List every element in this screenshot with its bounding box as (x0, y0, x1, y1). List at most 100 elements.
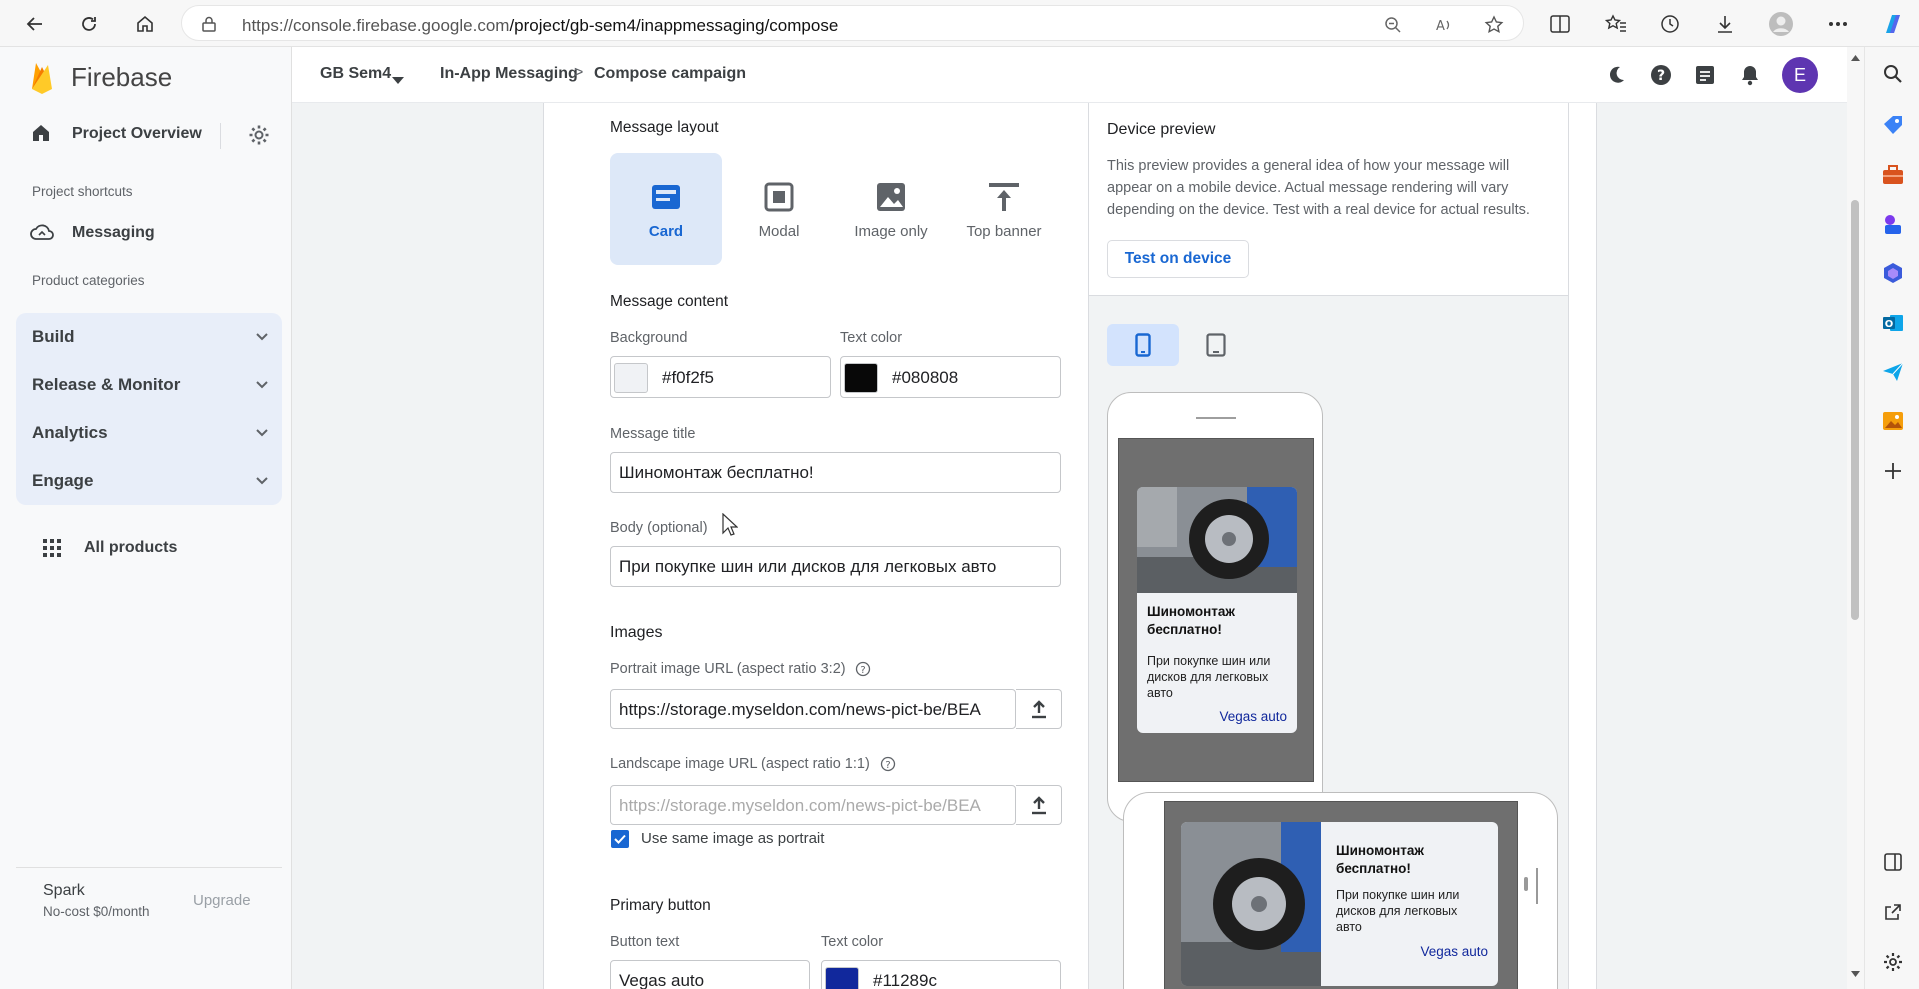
help-circle-icon[interactable]: ? (855, 661, 871, 682)
send-icon[interactable] (1881, 360, 1905, 384)
same-image-checkbox[interactable] (611, 830, 629, 848)
lock-icon (202, 16, 216, 37)
upload-icon (1031, 700, 1046, 719)
text-color-field[interactable]: #080808 (840, 356, 1061, 398)
top-banner-icon (989, 183, 1019, 211)
breadcrumb-separator: > (574, 64, 584, 81)
divider (16, 867, 282, 868)
back-icon[interactable] (20, 9, 50, 39)
dark-mode-icon[interactable] (1603, 62, 1629, 88)
chevron-down-icon (256, 477, 268, 485)
release-notes-icon[interactable] (1692, 62, 1718, 88)
more-options-icon[interactable] (1825, 11, 1851, 37)
chevron-down-icon (256, 429, 268, 437)
primary-button-label: Primary button (610, 897, 711, 914)
zoom-icon[interactable] (1382, 14, 1404, 36)
layout-option-image-only[interactable]: Image only (835, 153, 947, 265)
tools-briefcase-icon[interactable] (1881, 163, 1905, 187)
read-aloud-icon[interactable]: A (1433, 14, 1455, 36)
button-text-color-field[interactable]: #11289c (821, 960, 1061, 989)
image-creator-icon[interactable] (1881, 409, 1905, 433)
sidebar-item-analytics[interactable]: Analytics (16, 409, 282, 457)
microsoft-365-icon[interactable] (1881, 261, 1905, 285)
reload-icon[interactable] (74, 9, 104, 39)
button-color-swatch[interactable] (825, 967, 859, 989)
text-color-swatch[interactable] (844, 363, 878, 393)
favorites-icon[interactable] (1603, 11, 1629, 37)
landscape-upload-button[interactable] (1016, 785, 1062, 825)
project-overview-link[interactable]: Project Overview (72, 125, 202, 143)
all-products-link[interactable]: All products (84, 539, 177, 557)
preview-image (1137, 487, 1297, 593)
layout-option-modal[interactable]: Modal (723, 153, 835, 265)
background-color-field[interactable]: #f0f2f5 (610, 356, 831, 398)
avatar[interactable]: E (1782, 57, 1818, 93)
notifications-bell-icon[interactable] (1737, 62, 1763, 88)
sidebar-item-messaging[interactable]: Messaging (72, 224, 155, 242)
button-text-input[interactable]: Vegas auto (610, 960, 810, 989)
breadcrumb-in-app-messaging[interactable]: In-App Messaging (440, 65, 578, 83)
settings-gear-icon[interactable] (248, 124, 270, 151)
preview-message-card: Шиномонтаж бесплатно! При покупке шин ил… (1137, 487, 1297, 733)
sidebar-item-build[interactable]: Build (16, 313, 282, 361)
svg-text:A: A (1436, 19, 1445, 34)
landscape-url-input[interactable]: https://storage.myseldon.com/news-pict-b… (610, 785, 1016, 825)
portrait-url-input[interactable]: https://storage.myseldon.com/news-pict-b… (610, 689, 1016, 729)
background-label: Background (610, 330, 688, 346)
outlook-icon[interactable]: O (1881, 311, 1905, 335)
scroll-thumb[interactable] (1851, 200, 1859, 620)
upgrade-button[interactable]: Upgrade (193, 892, 251, 909)
home-icon[interactable] (30, 122, 52, 149)
layout-option-card[interactable]: Card (610, 153, 722, 265)
body-label: Body (optional) (610, 520, 708, 536)
downloads-icon[interactable] (1712, 11, 1738, 37)
product-categories-group: Build Release & Monitor Analytics Engage (16, 313, 282, 505)
split-screen-icon[interactable] (1547, 11, 1573, 37)
add-plus-icon[interactable] (1881, 459, 1905, 483)
shopping-tag-icon[interactable] (1881, 113, 1905, 137)
sidebar-toggle-icon[interactable] (1881, 850, 1905, 874)
preview-card-button: Vegas auto (1219, 709, 1287, 724)
portrait-upload-button[interactable] (1016, 689, 1062, 729)
device-preview-description: This preview provides a general idea of … (1107, 158, 1530, 218)
history-icon[interactable] (1657, 11, 1683, 37)
mouse-cursor-icon (722, 512, 739, 542)
plan-name: Spark (43, 882, 85, 899)
help-circle-icon[interactable]: ? (880, 756, 896, 777)
image-layout-icon (877, 183, 905, 211)
sidebar-item-release-monitor[interactable]: Release & Monitor (16, 361, 282, 409)
test-on-device-button[interactable]: Test on device (1107, 240, 1249, 278)
app-header: GB Sem4 In-App Messaging > Compose campa… (292, 47, 1847, 103)
layout-option-top-banner[interactable]: Top banner (948, 153, 1060, 265)
help-icon[interactable]: ? (1648, 62, 1674, 88)
phone-screen: Шиномонтаж бесплатно! При покупке шин ил… (1118, 438, 1314, 782)
breadcrumb-compose-campaign: Compose campaign (594, 65, 747, 82)
same-image-label[interactable]: Use same image as portrait (641, 830, 824, 847)
portrait-url-label: Portrait image URL (aspect ratio 3:2) (610, 661, 846, 677)
button-text-label: Button text (610, 934, 680, 950)
body-input[interactable]: При покупке шин или дисков для легковых … (610, 546, 1061, 587)
sidebar-item-engage[interactable]: Engage (16, 457, 282, 505)
scroll-up-icon (1851, 55, 1860, 61)
firebase-brand[interactable]: Firebase (71, 62, 172, 93)
home-icon[interactable] (130, 9, 160, 39)
search-icon[interactable] (1881, 62, 1905, 86)
profile-icon[interactable] (1768, 11, 1794, 37)
background-color-swatch[interactable] (614, 363, 648, 393)
tablet-toggle[interactable] (1180, 324, 1252, 366)
external-link-icon[interactable] (1881, 900, 1905, 924)
images-section-label: Images (610, 624, 663, 641)
portrait-phone-preview: Шиномонтаж бесплатно! При покупке шин ил… (1107, 392, 1323, 822)
copilot-icon[interactable] (1880, 11, 1906, 37)
message-content-label: Message content (610, 293, 729, 310)
games-icon[interactable] (1881, 212, 1905, 236)
message-title-input[interactable]: Шиномонтаж бесплатно! (610, 452, 1061, 493)
project-selector[interactable]: GB Sem4 (320, 65, 391, 83)
caret-down-icon[interactable] (392, 71, 404, 89)
favorite-star-icon[interactable] (1483, 14, 1505, 36)
firebase-logo-icon[interactable] (28, 59, 56, 100)
settings-icon[interactable] (1881, 950, 1905, 974)
phone-toggle[interactable] (1107, 324, 1179, 366)
address-bar[interactable]: https://console.firebase.google.com/proj… (181, 5, 1524, 41)
apps-grid-icon (42, 538, 62, 563)
